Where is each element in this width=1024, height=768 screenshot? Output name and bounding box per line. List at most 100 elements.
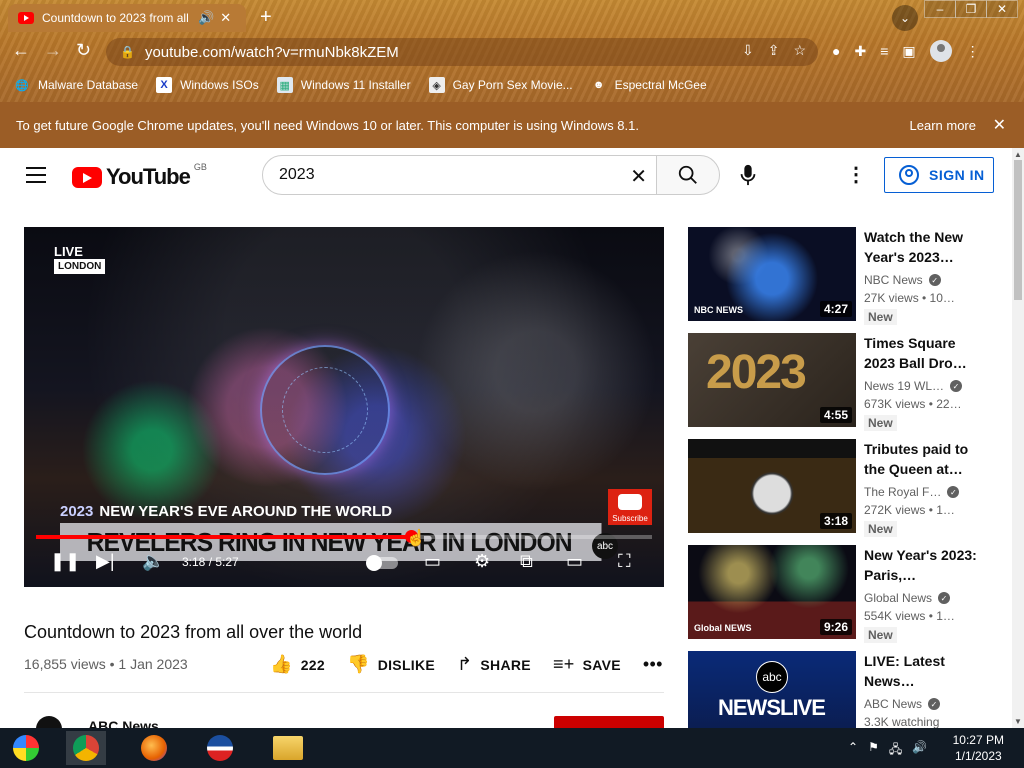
puzzle-icon[interactable]: ✚: [854, 43, 866, 60]
flag-icon[interactable]: ⚑: [868, 740, 879, 761]
list-item[interactable]: Global NEWS 9:26 New Year's 2023: Paris,……: [688, 545, 998, 651]
show-hidden-icons-icon[interactable]: ⌃: [848, 740, 858, 761]
subscribe-watermark[interactable]: Subscribe: [608, 489, 652, 525]
next-icon[interactable]: ▶|: [96, 551, 115, 572]
thumbs-up-icon: 👍: [270, 654, 293, 674]
rec-meta: 272K views • 1…: [864, 503, 955, 517]
rec-title[interactable]: LIVE: Latest News…: [864, 651, 988, 691]
lock-icon[interactable]: 🔒: [120, 45, 135, 59]
rec-title[interactable]: Watch the New Year's 2023…: [864, 227, 988, 267]
theater-mode-icon[interactable]: ▭: [566, 551, 583, 572]
new-tab-button[interactable]: +: [260, 6, 272, 29]
back-button[interactable]: ←: [12, 40, 30, 61]
list-item[interactable]: abc NEWSLIVE LIVE: Latest News… ABC News ✓…: [688, 651, 998, 728]
scroll-up-icon[interactable]: ▲: [1014, 150, 1022, 159]
firefox-taskbar-icon[interactable]: [134, 731, 174, 765]
playlist-add-icon: ≡+: [552, 654, 575, 674]
channel-name[interactable]: ABC News: [88, 718, 159, 728]
video-thumbnail[interactable]: 2023 4:55: [688, 333, 856, 427]
rec-title[interactable]: New Year's 2023: Paris,…: [864, 545, 988, 585]
fullscreen-icon[interactable]: ⛶: [618, 551, 631, 572]
rec-channel[interactable]: News 19 WL… ✓: [864, 379, 963, 393]
rec-channel[interactable]: The Royal F… ✓: [864, 485, 960, 499]
media-control-icon[interactable]: ≡: [880, 43, 888, 59]
rec-title[interactable]: Times Square 2023 Ball Dro…: [864, 333, 988, 373]
obama-logo-taskbar-icon[interactable]: [200, 731, 240, 765]
file-explorer-taskbar-icon[interactable]: [268, 731, 308, 765]
video-thumbnail[interactable]: NBC NEWS 4:27: [688, 227, 856, 321]
bookmark-item[interactable]: 🌐 Malware Database: [14, 77, 138, 93]
search-input[interactable]: 2023 ✕: [262, 155, 658, 195]
voice-search-button[interactable]: [736, 163, 760, 187]
save-button[interactable]: ≡+ SAVE: [553, 654, 621, 675]
menu-icon[interactable]: [26, 167, 46, 183]
list-item[interactable]: NBC NEWS 4:27 Watch the New Year's 2023… …: [688, 227, 998, 333]
progress-bar[interactable]: [36, 530, 652, 543]
clock[interactable]: 10:27 PM 1/1/2023: [953, 732, 1004, 764]
video-player[interactable]: LIVE LONDON 2023 NEW YEAR'S EVE AROUND TH…: [24, 227, 664, 587]
video-thumbnail[interactable]: abc NEWSLIVE: [688, 651, 856, 728]
extension-avatar-icon[interactable]: ●: [832, 43, 840, 59]
video-thumbnail[interactable]: Global NEWS 9:26: [688, 545, 856, 639]
rec-channel[interactable]: Global News ✓: [864, 591, 951, 605]
bookmark-item[interactable]: ▦ Windows 11 Installer: [276, 77, 411, 93]
region-code: GB: [193, 162, 207, 172]
clock-time: 10:27 PM: [952, 733, 1004, 747]
install-icon[interactable]: ⇩: [742, 42, 754, 59]
search-button[interactable]: [656, 155, 720, 195]
sign-in-button[interactable]: SIGN IN: [884, 157, 994, 193]
bookmark-item[interactable]: ◈ Gay Porn Sex Movie...: [428, 77, 573, 93]
start-app-icon[interactable]: [6, 731, 46, 765]
miniplayer-icon[interactable]: ⧉: [520, 551, 533, 572]
share-icon[interactable]: ⇪: [768, 42, 780, 59]
subscribe-button[interactable]: [554, 716, 664, 728]
network-icon[interactable]: 🖧: [889, 740, 902, 761]
forward-button[interactable]: →: [44, 40, 62, 61]
more-actions-button[interactable]: •••: [643, 654, 663, 675]
address-bar[interactable]: 🔒 youtube.com/watch?v=rmuNbk8kZEM ⇩ ⇪ ☆: [106, 38, 818, 66]
clock-date: 1/1/2023: [954, 749, 1002, 763]
list-item[interactable]: 3:18 Tributes paid to the Queen at… The …: [688, 439, 998, 545]
volume-tray-icon[interactable]: 🔊: [912, 740, 927, 761]
rec-meta: 3.3K watching: [864, 715, 940, 728]
bookmark-item[interactable]: ☻ Espectral McGee: [591, 77, 707, 93]
like-button[interactable]: 👍 222: [270, 654, 325, 675]
close-window-button[interactable]: ✕: [986, 0, 1018, 18]
bookmark-item[interactable]: X Windows ISOs: [156, 77, 259, 93]
side-panel-icon[interactable]: ▣: [902, 43, 915, 60]
learn-more-link[interactable]: Learn more: [910, 118, 976, 133]
minimize-button[interactable]: –: [924, 0, 956, 18]
scroll-down-icon[interactable]: ▼: [1014, 717, 1022, 726]
bookmark-star-icon[interactable]: ☆: [793, 42, 806, 59]
restore-button[interactable]: ❐: [955, 0, 987, 18]
chrome-menu-icon[interactable]: ⋮: [966, 43, 980, 60]
profile-icon[interactable]: [929, 40, 952, 62]
browser-tab[interactable]: Countdown to 2023 from all over the worl…: [8, 4, 246, 32]
rec-channel[interactable]: ABC News ✓: [864, 697, 941, 711]
reload-button[interactable]: ↻: [76, 40, 91, 61]
settings-menu-icon[interactable]: ⋮: [846, 162, 866, 187]
settings-gear-icon[interactable]: ⚙: [474, 551, 490, 572]
channel-avatar[interactable]: [36, 716, 62, 728]
clear-search-icon[interactable]: ✕: [630, 164, 647, 189]
dislike-button[interactable]: 👎 DISLIKE: [347, 654, 435, 675]
pause-icon[interactable]: ❚❚: [50, 551, 80, 572]
autoplay-toggle[interactable]: [366, 555, 398, 571]
tab-search-button[interactable]: ⌄: [892, 5, 918, 31]
page-scrollbar[interactable]: ▲ ▼: [1012, 148, 1024, 728]
scrollbar-thumb[interactable]: [1014, 160, 1022, 300]
rec-title[interactable]: Tributes paid to the Queen at…: [864, 439, 988, 479]
subtitles-icon[interactable]: ▭: [424, 551, 441, 572]
chrome-taskbar-icon[interactable]: [66, 731, 106, 765]
speaker-icon[interactable]: 🔊: [198, 10, 214, 26]
window-controls: – ❐ ✕: [924, 0, 1018, 18]
infobar-close-icon[interactable]: ✕: [993, 115, 1006, 135]
tab-close-icon[interactable]: ✕: [220, 10, 231, 26]
rec-channel[interactable]: NBC News ✓: [864, 273, 941, 287]
share-button[interactable]: ↱ SHARE: [457, 654, 531, 675]
system-tray: ⌃ ⚑ 🖧 🔊: [848, 740, 927, 761]
volume-icon[interactable]: 🔈: [142, 551, 164, 572]
video-thumbnail[interactable]: 3:18: [688, 439, 856, 533]
youtube-logo[interactable]: YouTube GB: [72, 162, 207, 190]
list-item[interactable]: 2023 4:55 Times Square 2023 Ball Dro… New…: [688, 333, 998, 439]
